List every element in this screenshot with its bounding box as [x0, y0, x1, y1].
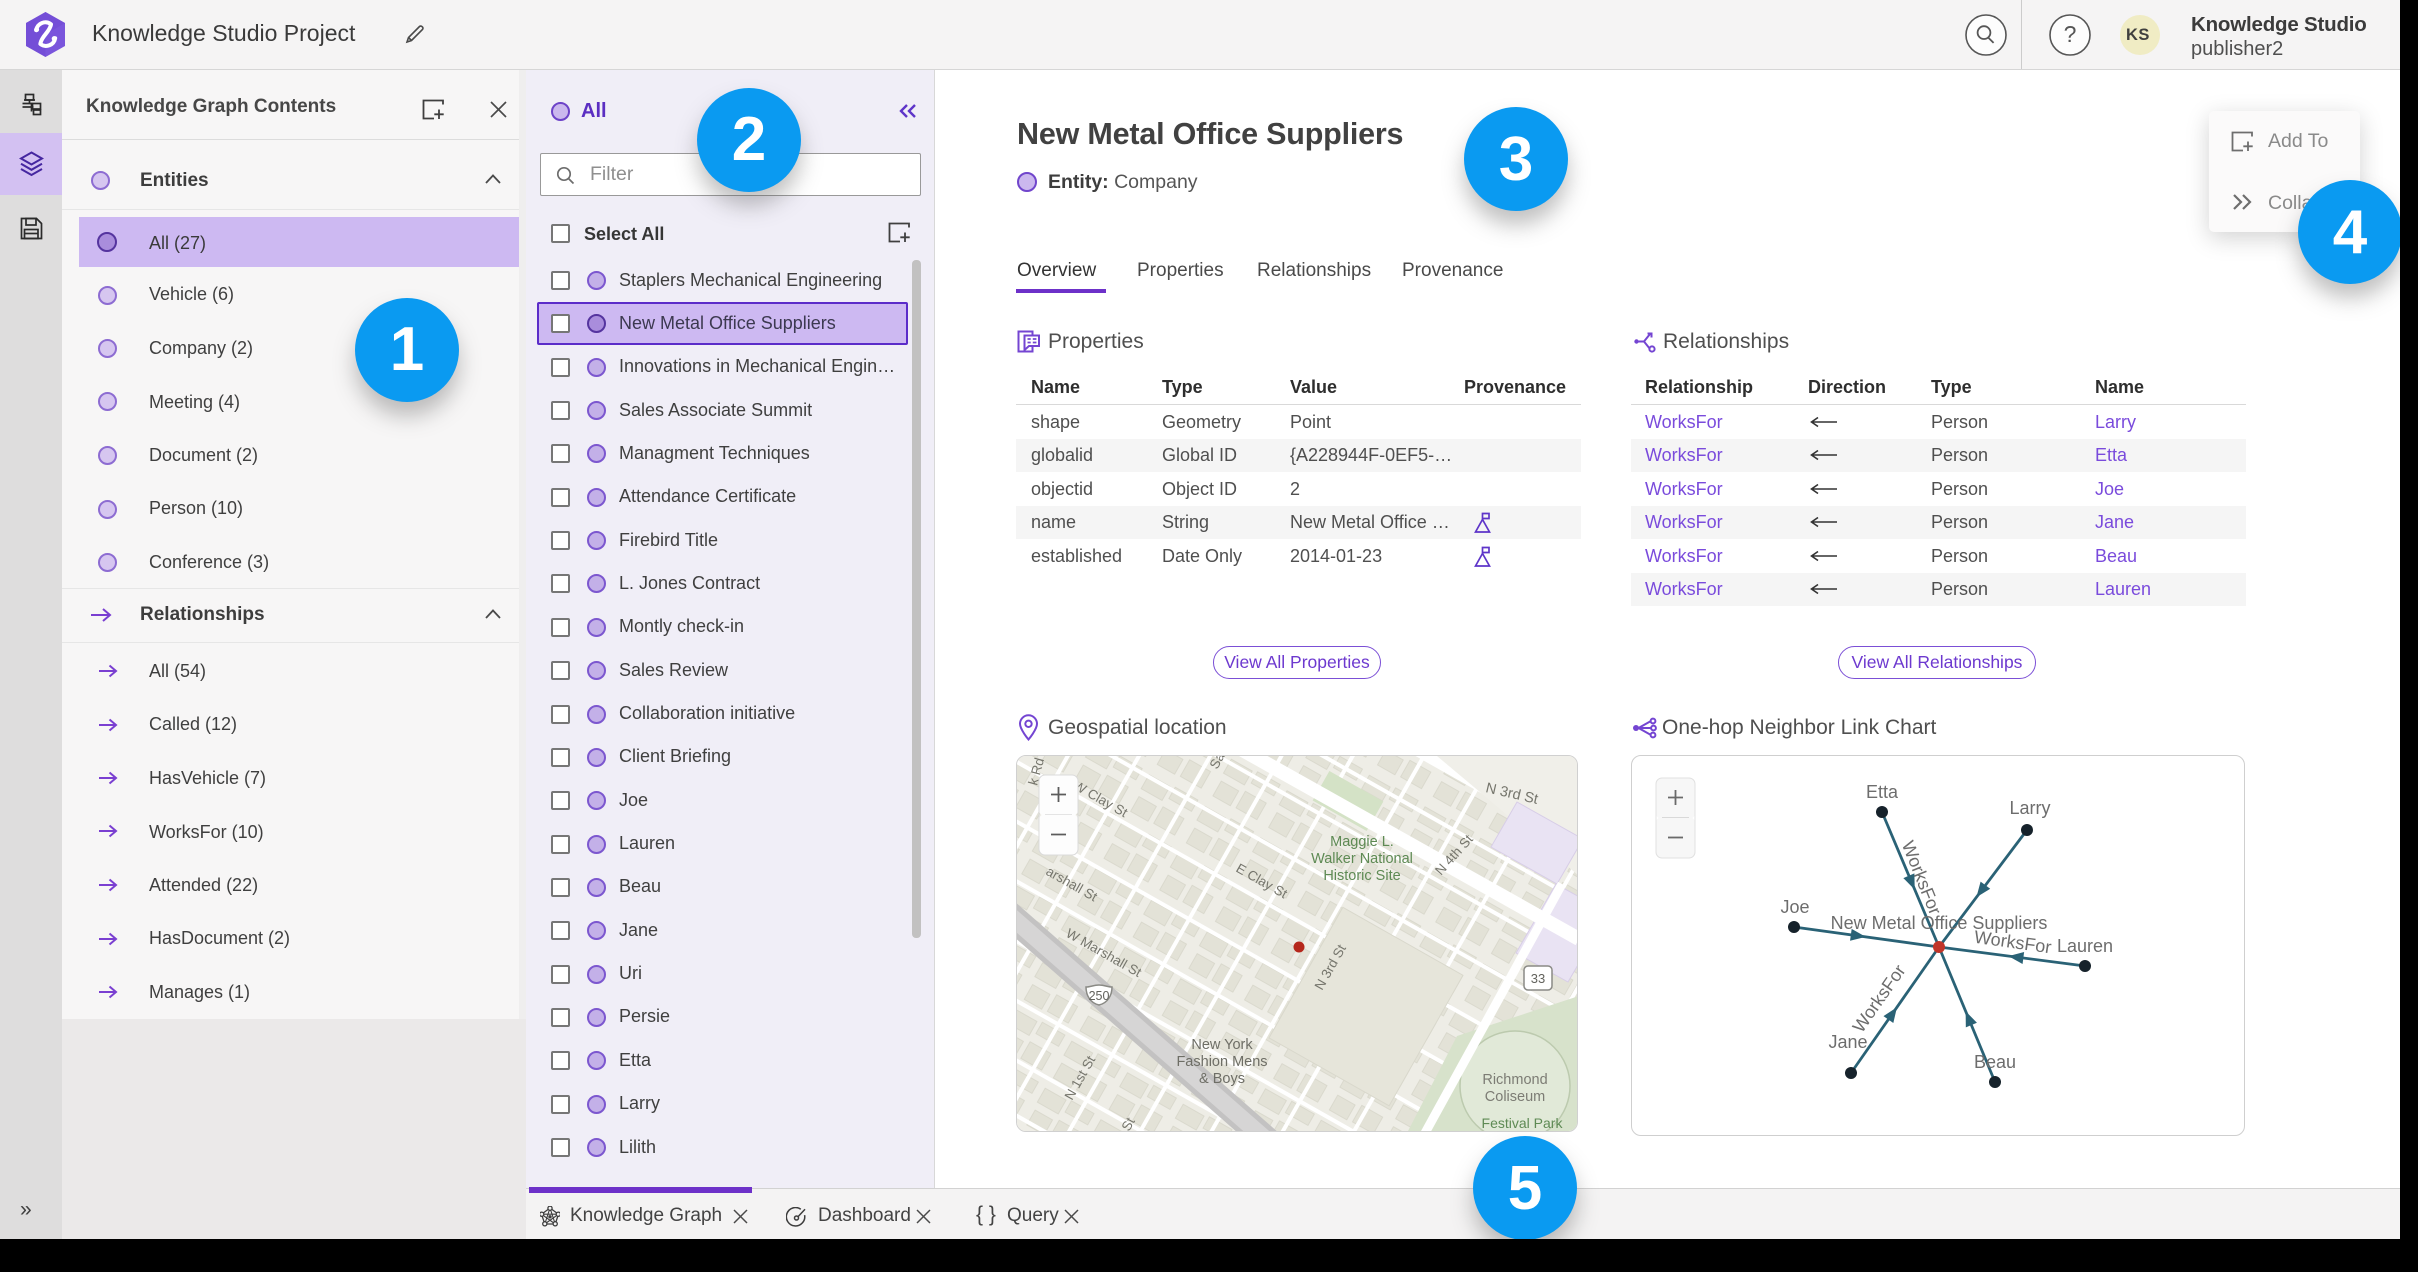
svg-text:WorksFor: WorksFor — [1849, 961, 1910, 1036]
svg-text:?: ? — [2064, 21, 2077, 47]
svg-text:Historic Site: Historic Site — [1323, 868, 1400, 884]
svg-text:Festival Park: Festival Park — [1482, 1115, 1564, 1131]
svg-text:33: 33 — [1531, 971, 1545, 986]
svg-text:& Boys: & Boys — [1199, 1071, 1245, 1087]
svg-text:Jane: Jane — [1828, 1032, 1867, 1052]
svg-text:Coliseum: Coliseum — [1485, 1089, 1545, 1105]
svg-text:Beau: Beau — [1974, 1052, 2016, 1072]
svg-text:Larry: Larry — [2009, 798, 2050, 818]
svg-text:Fashion Mens: Fashion Mens — [1176, 1054, 1267, 1070]
svg-text:Richmond: Richmond — [1482, 1072, 1547, 1088]
svg-text:250: 250 — [1089, 989, 1110, 1003]
svg-text:New Metal Office Suppliers: New Metal Office Suppliers — [1831, 913, 2048, 933]
svg-text:Maggie L.: Maggie L. — [1330, 834, 1394, 850]
svg-text:Joe: Joe — [1780, 897, 1809, 917]
svg-text:New York: New York — [1191, 1037, 1253, 1053]
svg-text:Walker National: Walker National — [1311, 851, 1413, 867]
svg-text:Etta: Etta — [1866, 782, 1899, 802]
svg-text:Lauren: Lauren — [2057, 936, 2113, 956]
